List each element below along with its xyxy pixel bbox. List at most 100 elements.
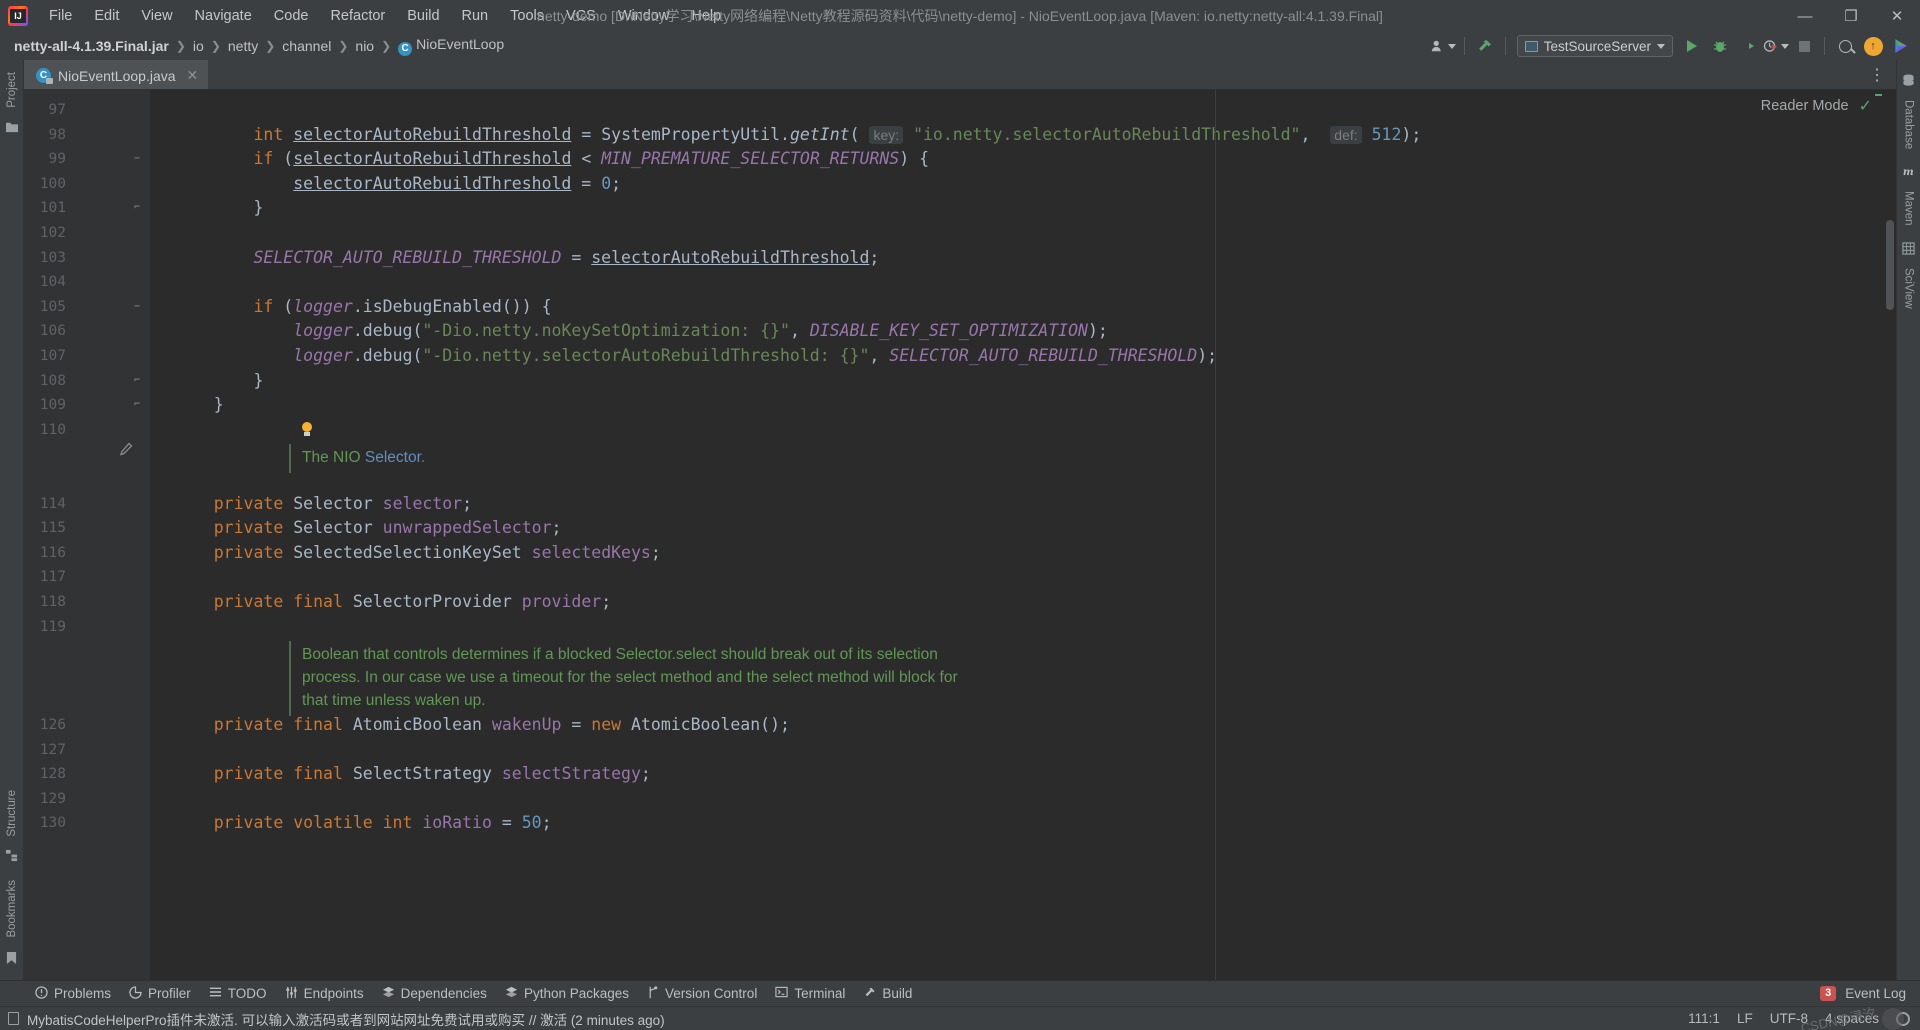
menu-run[interactable]: Run: [451, 4, 500, 28]
menu-code[interactable]: Code: [263, 4, 320, 28]
breadcrumb-item-netty[interactable]: netty: [224, 36, 262, 56]
tool-window-terminal[interactable]: Terminal: [766, 983, 854, 1004]
search-everywhere-icon[interactable]: [1832, 34, 1858, 58]
code-line[interactable]: int selectorAutoRebuildThreshold = Syste…: [174, 123, 1421, 148]
javadoc-line: that time unless waken up.: [302, 689, 486, 712]
menu-window[interactable]: Window: [607, 4, 681, 28]
breadcrumb-item-class[interactable]: C NioEventLoop: [394, 34, 508, 58]
code-token: ;: [541, 813, 552, 833]
menu-vcs[interactable]: VCS: [555, 4, 607, 28]
stop-icon[interactable]: [1791, 34, 1817, 58]
menu-build-label: Build: [407, 8, 440, 24]
caret-position[interactable]: 111:1: [1688, 1011, 1720, 1026]
minimize-button[interactable]: —: [1782, 0, 1828, 32]
tool-window-problems[interactable]: Problems: [26, 983, 120, 1005]
code-fold-icon[interactable]: ⌐: [130, 196, 144, 221]
editor-gutter[interactable]: 97 98 99 − 100 101 ⌐ 102 103 104 105 − 106 107 108 ⌐ 109…: [24, 90, 150, 980]
debug-icon[interactable]: [1707, 34, 1733, 58]
close-icon[interactable]: ✕: [187, 67, 199, 84]
breadcrumb-item-io[interactable]: io: [189, 36, 208, 56]
line-separator[interactable]: LF: [1737, 1011, 1753, 1026]
sidebar-item-database[interactable]: Database: [1900, 94, 1918, 155]
code-line[interactable]: logger.debug("-Dio.netty.noKeySetOptimiz…: [174, 319, 1108, 344]
sidebar-item-sciview[interactable]: SciView: [1900, 262, 1918, 315]
sidebar-item-project[interactable]: Project: [3, 66, 21, 114]
reader-mode-indicator[interactable]: Reader Mode ✓: [1761, 96, 1872, 116]
code-fold-icon[interactable]: −: [130, 147, 144, 172]
code-line[interactable]: private volatile int ioRatio = 50;: [174, 811, 552, 836]
menu-edit[interactable]: Edit: [83, 4, 130, 28]
right-tool-rail: Database m Maven SciView: [1896, 60, 1920, 980]
run-icon[interactable]: [1679, 34, 1705, 58]
file-encoding[interactable]: UTF-8: [1770, 1011, 1808, 1026]
menu-file[interactable]: File: [38, 4, 83, 28]
code-line[interactable]: private final SelectorProvider provider;: [174, 590, 611, 615]
run-with-coverage-icon[interactable]: [1735, 34, 1761, 58]
code-line[interactable]: if (selectorAutoRebuildThreshold < MIN_P…: [174, 147, 929, 172]
code-token: isDebugEnabled: [362, 296, 502, 316]
sidebar-item-bookmarks[interactable]: Bookmarks: [3, 874, 21, 944]
tool-window-version-control[interactable]: Version Control: [638, 983, 766, 1005]
editor-options-icon[interactable]: ⋮: [1859, 60, 1896, 89]
code-line[interactable]: }: [174, 196, 263, 221]
line-number: 117: [39, 569, 66, 586]
hammer-build-icon[interactable]: [1472, 34, 1498, 58]
tool-window-endpoints[interactable]: Endpoints: [276, 983, 373, 1005]
code-token: ,: [1300, 124, 1331, 144]
code-line[interactable]: selectorAutoRebuildThreshold = 0;: [174, 172, 621, 197]
code-line[interactable]: private final AtomicBoolean wakenUp = ne…: [174, 713, 790, 738]
ide-feature-trainer-icon[interactable]: [1888, 34, 1914, 58]
user-icon[interactable]: [1431, 34, 1457, 58]
code-fold-icon[interactable]: ⌐: [130, 393, 144, 418]
tool-window-dependencies[interactable]: Dependencies: [373, 983, 496, 1005]
indent-setting[interactable]: 4 spaces: [1825, 1011, 1879, 1026]
line-number: 115: [39, 520, 66, 537]
code-token: selectorAutoRebuildThreshold: [293, 149, 572, 169]
menu-view[interactable]: View: [130, 4, 183, 28]
code-fold-icon[interactable]: ⌐: [130, 369, 144, 394]
code-line[interactable]: }: [174, 393, 224, 418]
tool-window-event-log[interactable]: Event Log: [1843, 984, 1908, 1003]
code-line[interactable]: logger.debug("-Dio.netty.selectorAutoReb…: [174, 344, 1217, 369]
edit-pencil-icon[interactable]: [119, 442, 133, 460]
menu-help[interactable]: Help: [680, 4, 732, 28]
profiler-icon[interactable]: [1763, 34, 1789, 58]
code-area[interactable]: int selectorAutoRebuildThreshold = Syste…: [150, 90, 1896, 980]
maximize-button[interactable]: ❐: [1828, 0, 1874, 32]
status-message[interactable]: MybatisCodeHelperPro插件未激活. 可以输入激活码或者到网站网…: [27, 1009, 665, 1029]
editor-scrollbar-thumb[interactable]: [1886, 220, 1894, 310]
code-token: }: [174, 370, 264, 390]
menu-tools[interactable]: Tools: [499, 4, 555, 28]
tool-window-python-packages[interactable]: Python Packages: [496, 983, 638, 1005]
tab-nioeventloop-java[interactable]: C NioEventLoop.java ✕: [24, 60, 209, 89]
menu-build[interactable]: Build: [396, 4, 450, 28]
code-line[interactable]: private final SelectStrategy selectStrat…: [174, 762, 651, 787]
error-stripe-marks[interactable]: [1874, 90, 1883, 980]
code-line[interactable]: SELECTOR_AUTO_REBUILD_THRESHOLD = select…: [174, 246, 879, 271]
code-line[interactable]: private Selector selector;: [174, 492, 472, 517]
intention-bulb-icon[interactable]: [300, 421, 314, 438]
tool-window-todo[interactable]: TODO: [200, 983, 276, 1004]
sidebar-item-structure[interactable]: Structure: [3, 784, 21, 843]
update-project-icon[interactable]: ↑: [1860, 34, 1886, 58]
breadcrumb-item-channel[interactable]: channel: [278, 36, 335, 56]
sidebar-item-maven[interactable]: Maven: [1900, 185, 1918, 232]
close-button[interactable]: ✕: [1874, 0, 1920, 32]
code-token: private final: [213, 715, 353, 734]
code-line[interactable]: }: [174, 369, 263, 394]
editor-scrollbar[interactable]: [1883, 90, 1896, 980]
breadcrumb-item-nio[interactable]: nio: [351, 36, 378, 56]
tool-window-build[interactable]: Build: [854, 983, 921, 1005]
tool-window-profiler[interactable]: Profiler: [120, 983, 200, 1005]
menu-navigate[interactable]: Navigate: [184, 4, 263, 28]
code-line[interactable]: private SelectedSelectionKeySet selected…: [174, 541, 661, 566]
breadcrumb-item-jar[interactable]: netty-all-4.1.39.Final.jar: [10, 36, 173, 56]
run-configuration-selector[interactable]: TestSourceServer: [1516, 35, 1673, 57]
bookmarks-icon: [6, 951, 17, 970]
code-line[interactable]: private Selector unwrappedSelector;: [174, 516, 562, 541]
code-line[interactable]: if (logger.isDebugEnabled()) {: [174, 295, 551, 320]
code-fold-icon[interactable]: −: [130, 295, 144, 320]
menu-refactor[interactable]: Refactor: [319, 4, 396, 28]
